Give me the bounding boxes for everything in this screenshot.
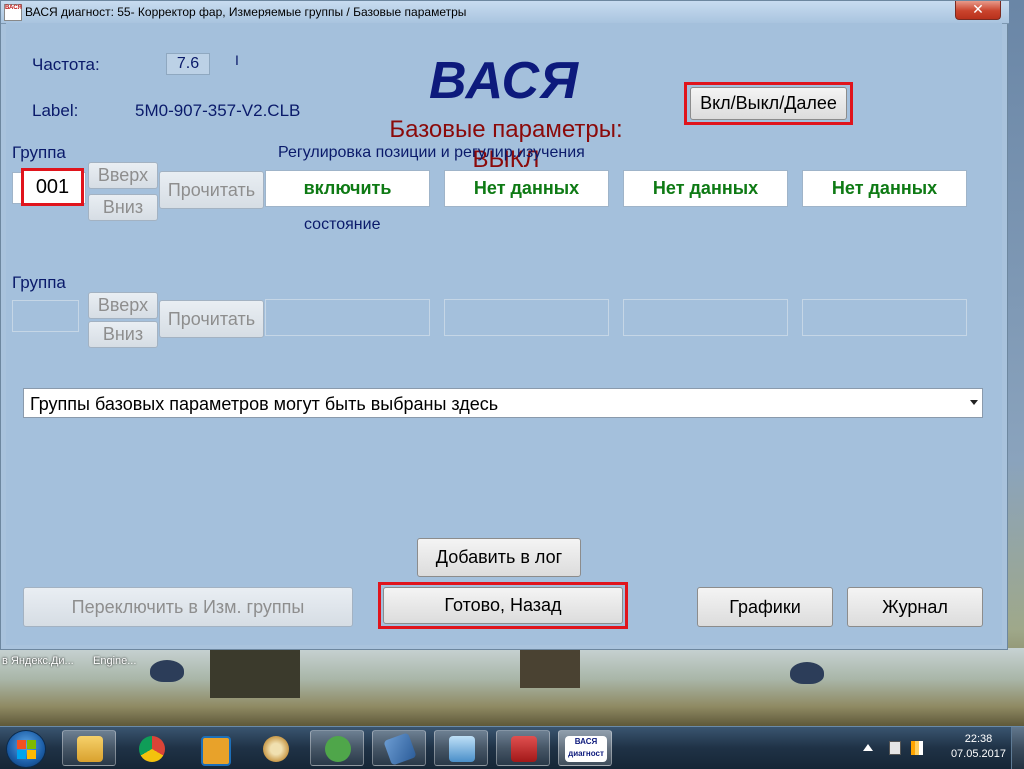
group2-field-4 bbox=[802, 299, 967, 336]
label-caption: Label: bbox=[32, 101, 79, 120]
group1-up-button[interactable]: Вверх bbox=[88, 162, 158, 189]
app-icon-text: ВАСЯ bbox=[5, 5, 22, 11]
taskbar-control-panel[interactable] bbox=[434, 730, 488, 766]
group1-field-3: Нет данных bbox=[623, 170, 788, 207]
journal-button[interactable]: Журнал bbox=[847, 587, 983, 627]
taskbar-vasya-diagnost[interactable]: ВАСЯ диагност bbox=[558, 730, 612, 766]
close-button[interactable]: ✕ bbox=[955, 1, 1001, 20]
group1-read-button[interactable]: Прочитать bbox=[159, 171, 264, 209]
network-signal-icon[interactable] bbox=[911, 741, 923, 755]
wallpaper-scene bbox=[0, 648, 1024, 726]
main-window: ВАСЯ ВАСЯ диагност: 55- Корректор фар, И… bbox=[0, 0, 1009, 650]
desktop-icon-label[interactable]: в Яндекс.Ди... bbox=[2, 655, 74, 667]
group-selector-value: Группы базовых параметров могут быть выб… bbox=[30, 394, 499, 414]
taskbar: ВАСЯ диагност 22:38 07.05.2017 bbox=[0, 726, 1024, 769]
frequency-label: Частота: bbox=[32, 55, 100, 74]
group2-down-button[interactable]: Вниз bbox=[88, 321, 158, 348]
windows-logo-icon bbox=[17, 740, 36, 759]
toolbox-icon bbox=[511, 736, 537, 762]
window-client-area: Частота: 7.6 I Label: 5M0-907-357-V2.CLB… bbox=[6, 23, 1002, 645]
battery-icon[interactable] bbox=[889, 741, 901, 755]
folder-icon bbox=[77, 736, 103, 762]
group1-field-1: включить bbox=[265, 170, 430, 207]
frequency-value: 7.6 bbox=[166, 53, 210, 75]
group2-field-2 bbox=[444, 299, 609, 336]
taskbar-file-explorer[interactable] bbox=[62, 730, 116, 766]
label-file-value: 5M0-907-357-V2.CLB bbox=[135, 101, 301, 120]
start-button[interactable] bbox=[6, 730, 46, 768]
group1-field-2: Нет данных bbox=[444, 170, 609, 207]
clock[interactable]: 22:38 07.05.2017 bbox=[951, 732, 1006, 762]
system-tray: 22:38 07.05.2017 bbox=[855, 727, 1024, 769]
usb-cable-icon bbox=[383, 732, 417, 766]
group-selector-dropdown[interactable]: Группы базовых параметров могут быть выб… bbox=[23, 388, 983, 418]
show-desktop-button[interactable] bbox=[1011, 727, 1024, 769]
toggle-basic-settings-button[interactable]: Вкл/Выкл/Далее bbox=[690, 87, 847, 120]
wallpaper-bird bbox=[790, 662, 824, 684]
group2-label: Группа bbox=[12, 273, 66, 292]
taskbar-app-orange[interactable] bbox=[186, 730, 240, 766]
show-hidden-icons-icon[interactable] bbox=[863, 744, 873, 751]
group2-field-3 bbox=[623, 299, 788, 336]
text-cursor: I bbox=[235, 52, 239, 68]
vasya-app-icon: ВАСЯ диагност bbox=[565, 736, 607, 762]
desktop-icon-label[interactable]: Engine... bbox=[93, 655, 136, 667]
group1-number-input[interactable]: 001 bbox=[24, 171, 81, 203]
taskbar-paint[interactable] bbox=[248, 730, 302, 766]
group1-down-button[interactable]: Вниз bbox=[88, 194, 158, 221]
group2-read-button[interactable]: Прочитать bbox=[159, 300, 264, 338]
group1-field-1-sublabel: состояние bbox=[304, 216, 381, 233]
mode-title-line1: Базовые параметры: bbox=[389, 116, 623, 143]
group1-field-4: Нет данных bbox=[802, 170, 967, 207]
car-icon bbox=[325, 736, 351, 762]
title-bar[interactable]: ВАСЯ ВАСЯ диагност: 55- Корректор фар, И… bbox=[1, 1, 1009, 24]
taskbar-usb-cable[interactable] bbox=[372, 730, 426, 766]
brand-logo: ВАСЯ bbox=[429, 52, 579, 110]
switch-to-measuring-groups-button[interactable]: Переключить в Изм. группы bbox=[23, 587, 353, 627]
wallpaper-post bbox=[210, 648, 300, 698]
taskbar-toolbox[interactable] bbox=[496, 730, 550, 766]
add-to-log-button[interactable]: Добавить в лог bbox=[417, 538, 581, 577]
chrome-icon bbox=[139, 736, 165, 762]
group2-up-button[interactable]: Вверх bbox=[88, 292, 158, 319]
window-title: ВАСЯ диагност: 55- Корректор фар, Измеря… bbox=[25, 5, 467, 19]
taskbar-car-app[interactable] bbox=[310, 730, 364, 766]
graphs-button[interactable]: Графики bbox=[697, 587, 833, 627]
group1-caption: Регулировка позиции и регулир.изучения bbox=[278, 144, 585, 161]
group2-number-input[interactable] bbox=[12, 300, 79, 332]
app-window-icon bbox=[201, 736, 231, 766]
app-icon: ВАСЯ bbox=[4, 4, 22, 21]
chevron-down-icon[interactable] bbox=[970, 400, 978, 405]
group2-field-1 bbox=[265, 299, 430, 336]
wallpaper-post bbox=[520, 648, 580, 688]
group1-label: Группа bbox=[12, 143, 66, 162]
taskbar-chrome[interactable] bbox=[124, 730, 178, 766]
control-panel-icon bbox=[449, 736, 475, 762]
clock-date: 07.05.2017 bbox=[950, 748, 1006, 760]
clock-time: 22:38 bbox=[964, 733, 993, 745]
paint-palette-icon bbox=[263, 736, 289, 762]
done-back-button[interactable]: Готово, Назад bbox=[383, 587, 623, 624]
wallpaper-bird bbox=[150, 660, 184, 682]
